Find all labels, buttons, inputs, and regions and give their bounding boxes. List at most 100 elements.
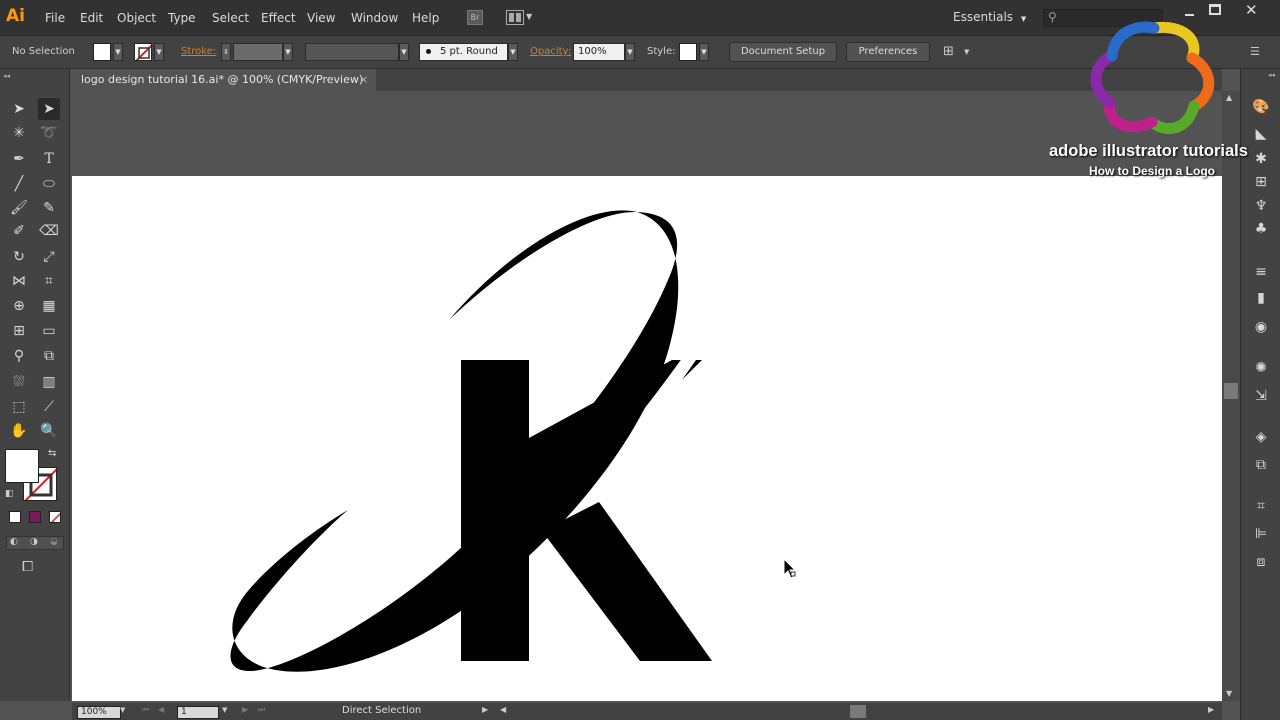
scroll-left-icon[interactable]: ◀ (500, 705, 506, 714)
menu-type[interactable]: Type (168, 11, 196, 25)
hand-tool-icon[interactable]: ✋ (8, 420, 30, 442)
artboards-icon[interactable]: ⧉ (1250, 455, 1272, 475)
default-colors-icon[interactable]: ◧ (5, 489, 14, 499)
scale-tool-icon[interactable]: ⤢ (38, 246, 60, 268)
pathfinder-icon[interactable]: ⧈ (1250, 552, 1272, 572)
gradient-panel-icon[interactable]: ▮ (1250, 288, 1272, 308)
shaper-tool-icon[interactable]: ✐ (8, 220, 30, 242)
layers-icon[interactable]: ◈ (1250, 427, 1272, 447)
shape-builder-tool-icon[interactable]: ⊕ (8, 295, 30, 317)
stroke-label[interactable]: Stroke: (181, 46, 216, 57)
menu-window[interactable]: Window (351, 11, 398, 25)
align-options-icon[interactable]: ⊞ (943, 44, 954, 59)
swap-fill-stroke-icon[interactable]: ⇆ (48, 448, 56, 459)
menu-view[interactable]: View (307, 11, 335, 25)
type-tool-icon[interactable]: T (38, 148, 60, 170)
chevron-down-icon[interactable]: ▼ (526, 12, 532, 21)
mesh-tool-icon[interactable]: ⊞ (8, 320, 30, 342)
document-tab[interactable]: logo design tutorial 16.ai* @ 100% (CMYK… (72, 69, 376, 91)
menu-select[interactable]: Select (212, 11, 249, 25)
image-trace-icon[interactable]: ✺ (1250, 358, 1272, 378)
menu-file[interactable]: File (45, 11, 65, 25)
screen-mode-icon[interactable]: ⧠ (22, 559, 33, 575)
close-icon[interactable]: × (359, 69, 368, 91)
chevron-down-icon[interactable]: ▼ (283, 43, 293, 61)
symbol-sprayer-tool-icon[interactable]: ⛆ (8, 371, 30, 393)
brush-definition[interactable]: 5 pt. Round (419, 43, 508, 61)
menu-edit[interactable]: Edit (80, 11, 103, 25)
pen-tool-icon[interactable]: ✒ (8, 148, 30, 170)
zoom-tool-icon[interactable]: 🔍 (38, 420, 60, 442)
menu-effect[interactable]: Effect (261, 11, 296, 25)
artboard-number-field[interactable]: 1 (177, 706, 219, 719)
align-icon[interactable]: ⊫ (1250, 524, 1272, 544)
stroke-panel-icon[interactable]: ≡ (1250, 262, 1272, 282)
stroke-stepper[interactable]: ⇕ (221, 43, 231, 61)
first-artboard-icon[interactable]: ⏮ (142, 705, 149, 715)
transparency-icon[interactable]: ◉ (1250, 317, 1272, 337)
eyedropper-tool-icon[interactable]: ⚲ (8, 345, 30, 367)
direct-selection-tool-icon[interactable]: ➤ (38, 98, 60, 120)
artboard-tool-icon[interactable]: ⬚ (8, 396, 30, 418)
color-mode-icon[interactable] (9, 511, 21, 523)
document-setup-button[interactable]: Document Setup (729, 42, 837, 62)
paintbrush-tool-icon[interactable]: 🖌 (8, 197, 30, 219)
opacity-field[interactable]: 100% (573, 43, 625, 61)
status-menu-icon[interactable]: ▶ (482, 705, 488, 714)
transform-icon[interactable]: ⌗ (1250, 496, 1272, 516)
fill-swatch[interactable] (93, 43, 111, 61)
ellipse-tool-icon[interactable]: ⬭ (38, 173, 60, 195)
collapse-panel-icon[interactable]: ◂◂ (3, 72, 10, 80)
scrollbar-thumb[interactable] (1224, 383, 1238, 399)
appearance-icon[interactable]: ♣ (1250, 219, 1272, 239)
horizontal-scrollbar-thumb[interactable] (850, 705, 866, 718)
pencil-tool-icon[interactable]: ✎ (38, 197, 60, 219)
graphic-style-swatch[interactable] (679, 43, 697, 61)
chevron-down-icon[interactable]: ▼ (699, 43, 709, 61)
fill-color-indicator[interactable] (5, 449, 39, 483)
graphic-styles-icon[interactable]: ♆ (1250, 196, 1272, 216)
free-transform-tool-icon[interactable]: ⌗ (38, 270, 60, 292)
zoom-level-field[interactable]: 100% (77, 706, 121, 719)
menu-object[interactable]: Object (117, 11, 156, 25)
chevron-down-icon[interactable]: ▼ (113, 43, 123, 61)
magic-wand-tool-icon[interactable]: ✳ (8, 122, 30, 144)
column-graph-tool-icon[interactable]: ▥ (38, 371, 60, 393)
previous-artboard-icon[interactable]: ◀ (158, 705, 164, 714)
chevron-down-icon[interactable]: ▼ (964, 48, 969, 56)
workspace-switcher[interactable]: Essentials ▼ (953, 10, 1026, 24)
eraser-tool-icon[interactable]: ⌫ (38, 220, 60, 242)
drawing-modes[interactable]: ◐ ◑ ◒ (6, 536, 64, 550)
chevron-down-icon[interactable]: ▼ (154, 43, 164, 61)
perspective-grid-tool-icon[interactable]: ▦ (38, 295, 60, 317)
next-artboard-icon[interactable]: ▶ (242, 705, 248, 714)
k-logo-artwork[interactable] (72, 176, 1222, 701)
chevron-down-icon[interactable]: ▼ (399, 43, 409, 61)
scroll-right-icon[interactable]: ▶ (1208, 705, 1214, 714)
stroke-weight-field[interactable] (233, 43, 283, 61)
chevron-down-icon[interactable]: ▼ (222, 706, 227, 714)
rotate-tool-icon[interactable]: ↻ (8, 246, 30, 268)
chevron-down-icon[interactable]: ▼ (120, 706, 125, 714)
lasso-tool-icon[interactable]: ➰ (38, 122, 60, 144)
last-artboard-icon[interactable]: ⏭ (258, 705, 265, 715)
chevron-down-icon[interactable]: ▼ (625, 43, 635, 61)
draw-normal-icon[interactable]: ◐ (10, 537, 18, 547)
preferences-button[interactable]: Preferences (846, 42, 930, 62)
draw-inside-icon[interactable]: ◒ (50, 537, 58, 547)
slice-tool-icon[interactable]: ⟋ (38, 396, 60, 418)
bridge-button[interactable]: Br (467, 10, 483, 25)
gradient-mode-icon[interactable] (29, 511, 41, 523)
gradient-tool-icon[interactable]: ▭ (38, 320, 60, 342)
line-segment-tool-icon[interactable]: ╱ (8, 173, 30, 195)
chevron-down-icon[interactable]: ▼ (508, 43, 518, 61)
draw-behind-icon[interactable]: ◑ (30, 537, 38, 547)
scroll-down-icon[interactable]: ▼ (1226, 689, 1232, 698)
artboard[interactable] (72, 176, 1222, 701)
stroke-swatch[interactable] (134, 43, 152, 61)
width-tool-icon[interactable]: ⋈ (8, 270, 30, 292)
export-icon[interactable]: ⇲ (1250, 386, 1272, 406)
blend-tool-icon[interactable]: ⧉ (38, 345, 60, 367)
variable-width-profile[interactable] (305, 43, 399, 61)
none-mode-icon[interactable] (49, 511, 61, 523)
